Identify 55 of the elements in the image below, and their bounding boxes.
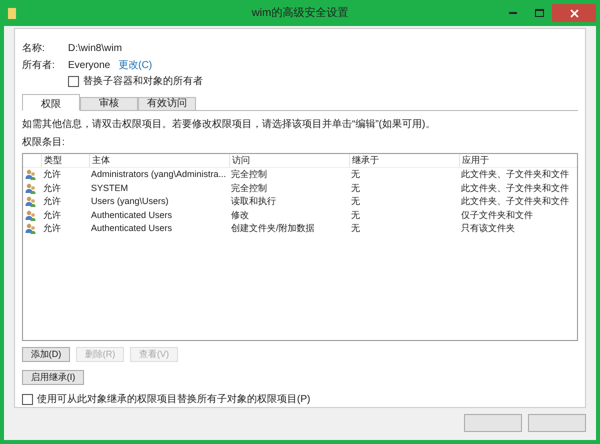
column-header[interactable]: 访问 bbox=[229, 154, 349, 168]
folder-icon bbox=[8, 8, 16, 18]
table-cell-text: Authenticated Users bbox=[90, 222, 174, 235]
table-cell-text: 此文件夹、子文件夹和文件 bbox=[460, 182, 570, 194]
table-cell-text: 修改 bbox=[230, 208, 250, 222]
column-header[interactable]: 类型 bbox=[41, 154, 89, 168]
table-cell-text: 无 bbox=[350, 222, 361, 235]
table-cell-text: 此文件夹、子文件夹和文件 bbox=[460, 195, 570, 208]
enable-inheritance-button[interactable]: 启用继承(I) bbox=[22, 370, 84, 385]
info-text: 如需其他信息，请双击权限项目。若要修改权限项目，请选择该项目并单击“编辑”(如果可用)。 bbox=[22, 118, 436, 132]
change-link[interactable]: 更改(C) bbox=[118, 58, 152, 74]
owner-value: Everyone bbox=[68, 59, 110, 74]
table-cell-text: 此文件夹、子文件夹和文件 bbox=[460, 168, 570, 181]
users-icon bbox=[25, 169, 36, 180]
close-button[interactable] bbox=[552, 4, 596, 22]
users-icon bbox=[25, 182, 36, 194]
table-cell-text: 无 bbox=[350, 208, 361, 222]
column-header[interactable]: 应用于 bbox=[459, 154, 577, 168]
close-icon bbox=[570, 8, 578, 18]
column-header[interactable]: 继承于 bbox=[349, 154, 459, 168]
table-cell-text: SYSTEM bbox=[90, 182, 130, 194]
entries-label: 权限条目: bbox=[22, 136, 66, 150]
checkbox-label: 使用可从此对象继承的权限项目替换所有子对象的权限项目(P) bbox=[37, 392, 310, 407]
table-cell-text: 允许 bbox=[42, 195, 62, 208]
table-cell-text: Administrators (yang\Administra... bbox=[90, 168, 228, 181]
table-cell-text: Authenticated Users bbox=[90, 208, 174, 222]
table-cell-text: 允许 bbox=[42, 182, 62, 194]
tab[interactable]: 权限 bbox=[22, 94, 80, 111]
path-value: D:\win8\wim bbox=[68, 42, 122, 56]
table-cell-text: 只有该文件夹 bbox=[460, 222, 516, 235]
checkbox[interactable] bbox=[68, 76, 79, 87]
table-cell-text: 无 bbox=[350, 195, 361, 208]
table-cell-text: 无 bbox=[350, 182, 361, 194]
field-label: 名称: bbox=[22, 42, 46, 56]
table-cell-text: 创建文件夹/附加数据 bbox=[230, 222, 316, 235]
users-icon bbox=[25, 210, 36, 221]
table-cell-text: 允许 bbox=[42, 222, 62, 235]
checkbox-label: 替换子容器和对象的所有者 bbox=[83, 74, 203, 89]
table-cell-text: 仅子文件夹和文件 bbox=[460, 208, 534, 222]
users-icon bbox=[25, 196, 36, 208]
table-cell-text: 允许 bbox=[42, 208, 62, 222]
table-cell-text: Users (yang\Users) bbox=[90, 195, 170, 208]
table-cell-text: 完全控制 bbox=[230, 168, 268, 181]
table-cell-text: 无 bbox=[350, 168, 361, 181]
users-icon bbox=[25, 223, 36, 234]
window-title: wim的高级安全设置 bbox=[252, 6, 348, 21]
field-label: 所有者: bbox=[22, 58, 56, 74]
table-cell-text: 允许 bbox=[42, 168, 62, 181]
table-cell-text: 读取和执行 bbox=[230, 195, 277, 208]
tab[interactable]: 审核 bbox=[80, 97, 138, 111]
table-cell-text: 完全控制 bbox=[230, 182, 268, 194]
column-header[interactable]: 主体 bbox=[89, 154, 229, 168]
checkbox[interactable] bbox=[22, 394, 33, 405]
action-button[interactable]: 添加(D) bbox=[22, 347, 70, 362]
tab[interactable]: 有效访问 bbox=[138, 97, 196, 111]
